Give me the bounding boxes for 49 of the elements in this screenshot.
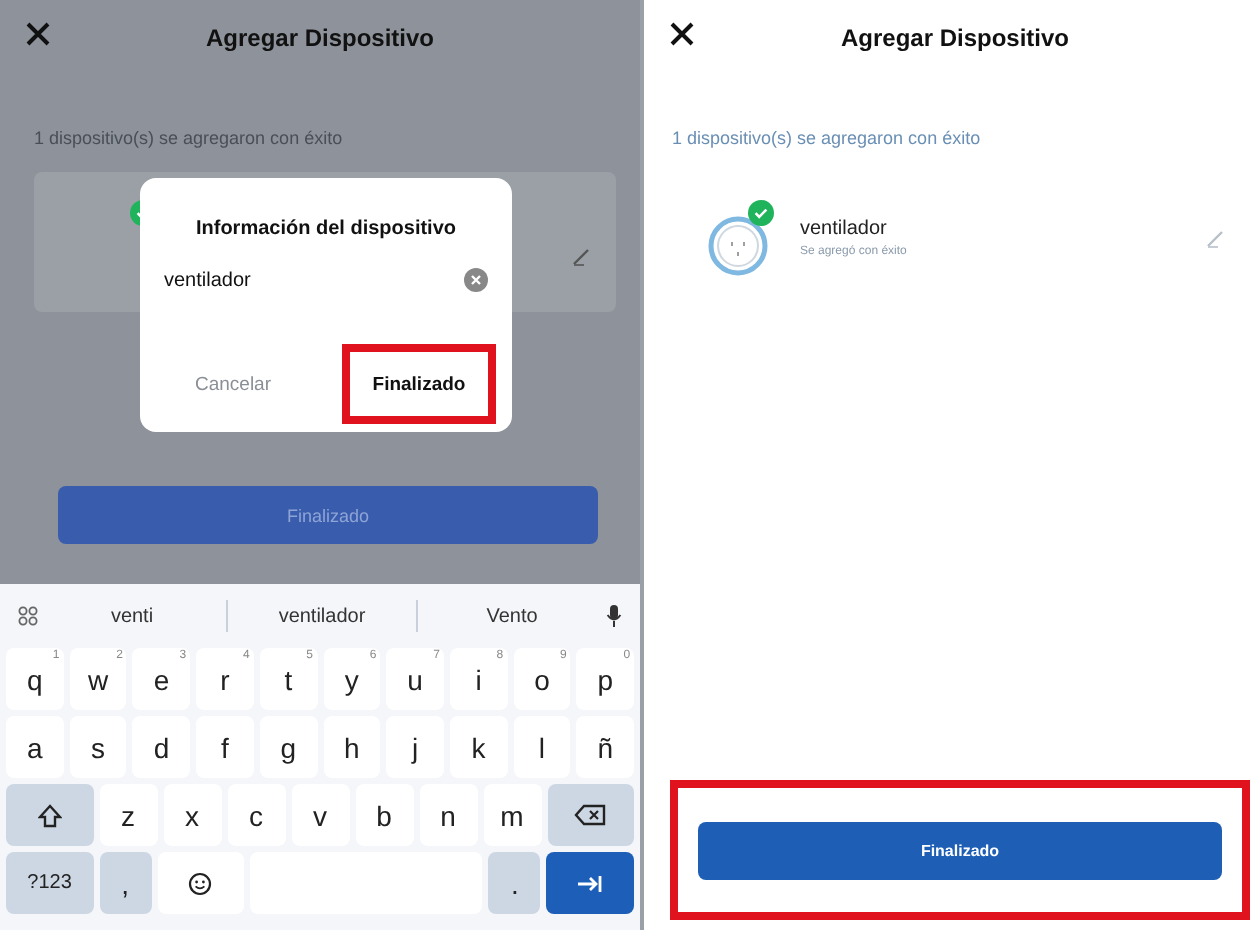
letter-key[interactable]: s: [69, 716, 127, 778]
suggestion[interactable]: venti: [38, 603, 226, 629]
letter-key[interactable]: b: [355, 784, 413, 846]
check-icon: [748, 200, 774, 226]
finish-button[interactable]: Finalizado: [342, 344, 496, 424]
device-name: ventilador: [800, 218, 889, 240]
letter-key[interactable]: v: [291, 784, 349, 846]
shift-key[interactable]: [6, 784, 93, 846]
suggestion[interactable]: ventilador: [228, 603, 416, 629]
success-message: 1 dispositivo(s) se agregaron con éxito: [672, 128, 983, 148]
letter-key[interactable]: j: [386, 716, 444, 778]
punctuation-key[interactable]: ,: [99, 852, 152, 914]
letter-key[interactable]: x: [163, 784, 221, 846]
dialog-title: Información del dispositivo: [195, 218, 456, 240]
enter-key[interactable]: [546, 852, 634, 914]
letter-key[interactable]: ñ: [576, 716, 635, 778]
clear-icon: [470, 274, 482, 286]
device-name-input[interactable]: ventilador: [164, 269, 384, 291]
letter-key[interactable]: f: [196, 716, 254, 778]
close-icon: [668, 20, 696, 48]
backspace-icon: [574, 804, 607, 826]
letter-key[interactable]: l: [513, 716, 571, 778]
emoji-key[interactable]: [157, 852, 245, 914]
shift-icon: [37, 803, 62, 827]
edit-icon[interactable]: [572, 246, 592, 266]
letter-key[interactable]: c: [227, 784, 285, 846]
screen-title: Agregar Dispositivo: [840, 24, 1070, 52]
emoji-icon: [188, 871, 213, 895]
success-message: 1 dispositivo(s) se agregaron con éxito: [34, 128, 345, 148]
letter-key[interactable]: n: [419, 784, 477, 846]
smart-plug-icon: [708, 216, 768, 276]
screen-title: Agregar Dispositivo: [205, 24, 435, 52]
letter-key[interactable]: h: [323, 716, 381, 778]
letter-key[interactable]: z: [99, 784, 157, 846]
backspace-key[interactable]: [547, 784, 634, 846]
letter-key[interactable]: a: [6, 716, 64, 778]
suggestion[interactable]: Vento: [418, 603, 606, 629]
symbols-key[interactable]: ?123: [6, 852, 94, 914]
letter-key[interactable]: k: [449, 716, 508, 778]
clear-button[interactable]: [464, 268, 488, 292]
close-icon: [24, 20, 52, 48]
tab-arrow-icon: [576, 873, 605, 893]
letter-key[interactable]: g: [259, 716, 318, 778]
letter-key[interactable]: d: [132, 716, 191, 778]
microphone-icon[interactable]: [606, 604, 622, 628]
grid-icon[interactable]: [18, 606, 38, 626]
punctuation-key[interactable]: .: [488, 852, 541, 914]
finish-button[interactable]: Finalizado: [698, 821, 1222, 879]
letter-key[interactable]: m: [483, 784, 541, 846]
